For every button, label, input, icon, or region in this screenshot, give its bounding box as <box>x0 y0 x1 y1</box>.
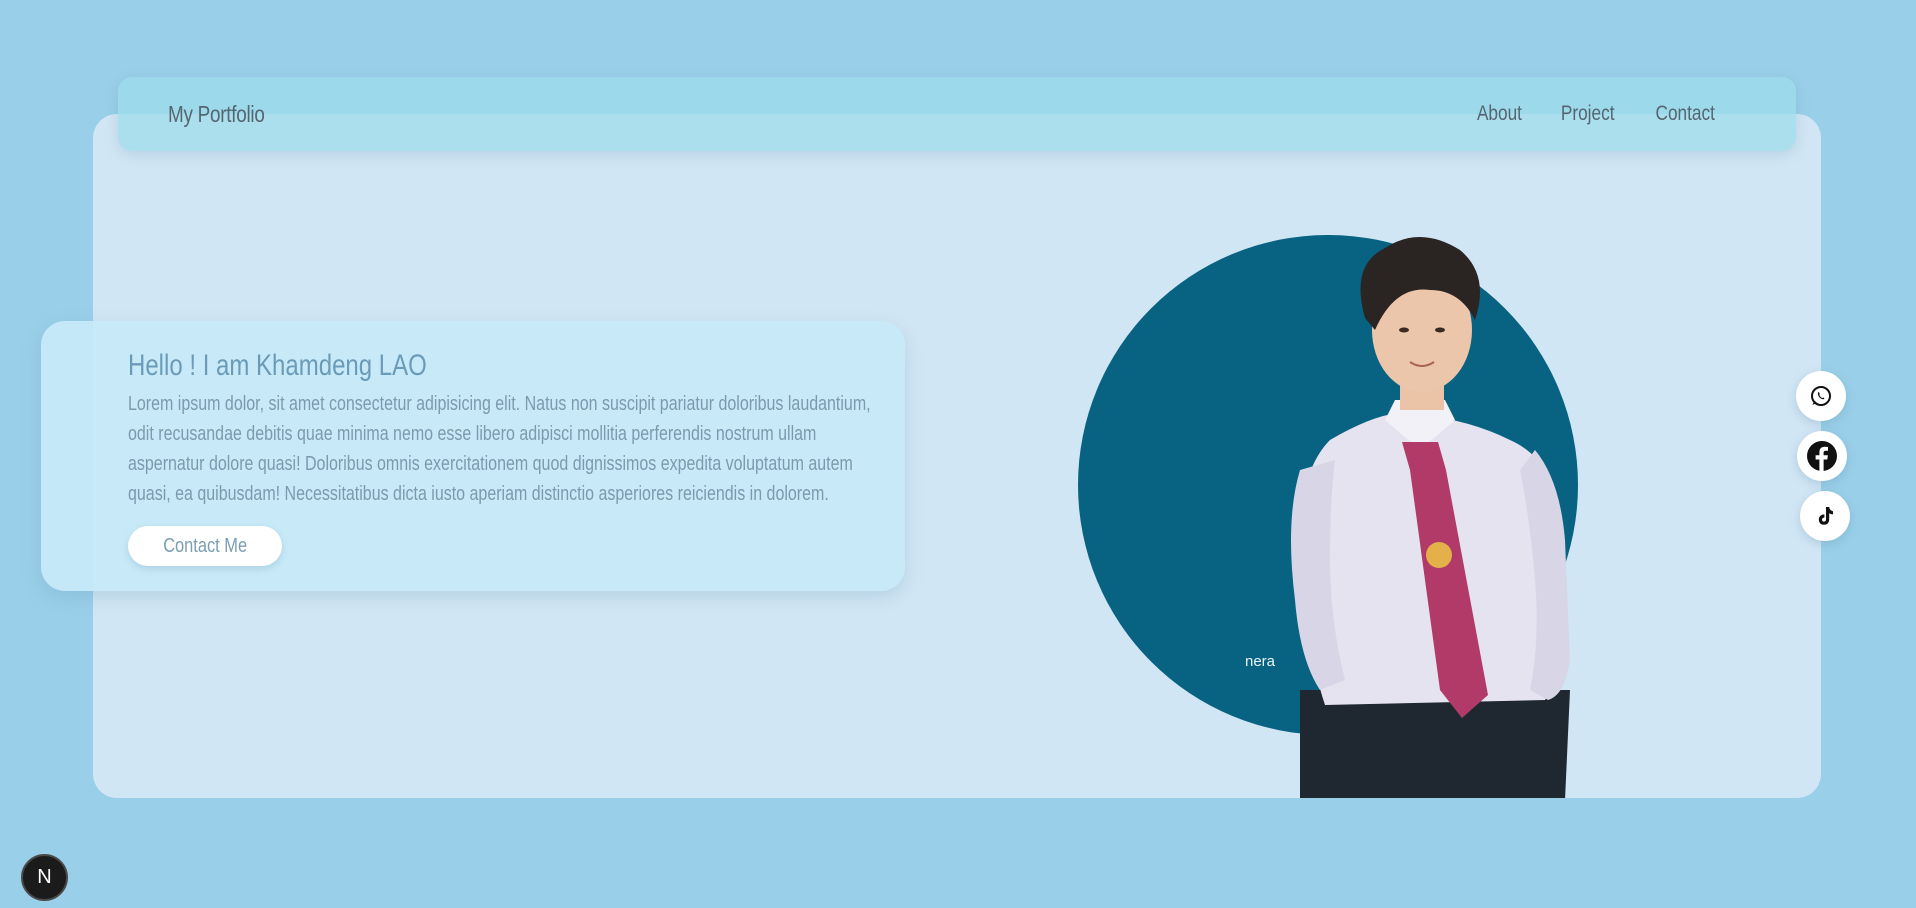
tiktok-button[interactable] <box>1800 491 1850 541</box>
nextjs-icon: N <box>37 866 52 888</box>
whatsapp-button[interactable] <box>1796 371 1846 421</box>
nextjs-dev-badge[interactable]: N <box>21 854 68 901</box>
whatsapp-icon <box>1811 386 1831 406</box>
profile-photo <box>1291 236 1570 798</box>
photo-caption: nera <box>1245 653 1276 670</box>
facebook-icon <box>1807 441 1837 471</box>
facebook-button[interactable] <box>1797 431 1847 481</box>
tiktok-icon <box>1818 507 1833 525</box>
page: My Portfolio About Project Contact Hello… <box>0 0 1916 908</box>
